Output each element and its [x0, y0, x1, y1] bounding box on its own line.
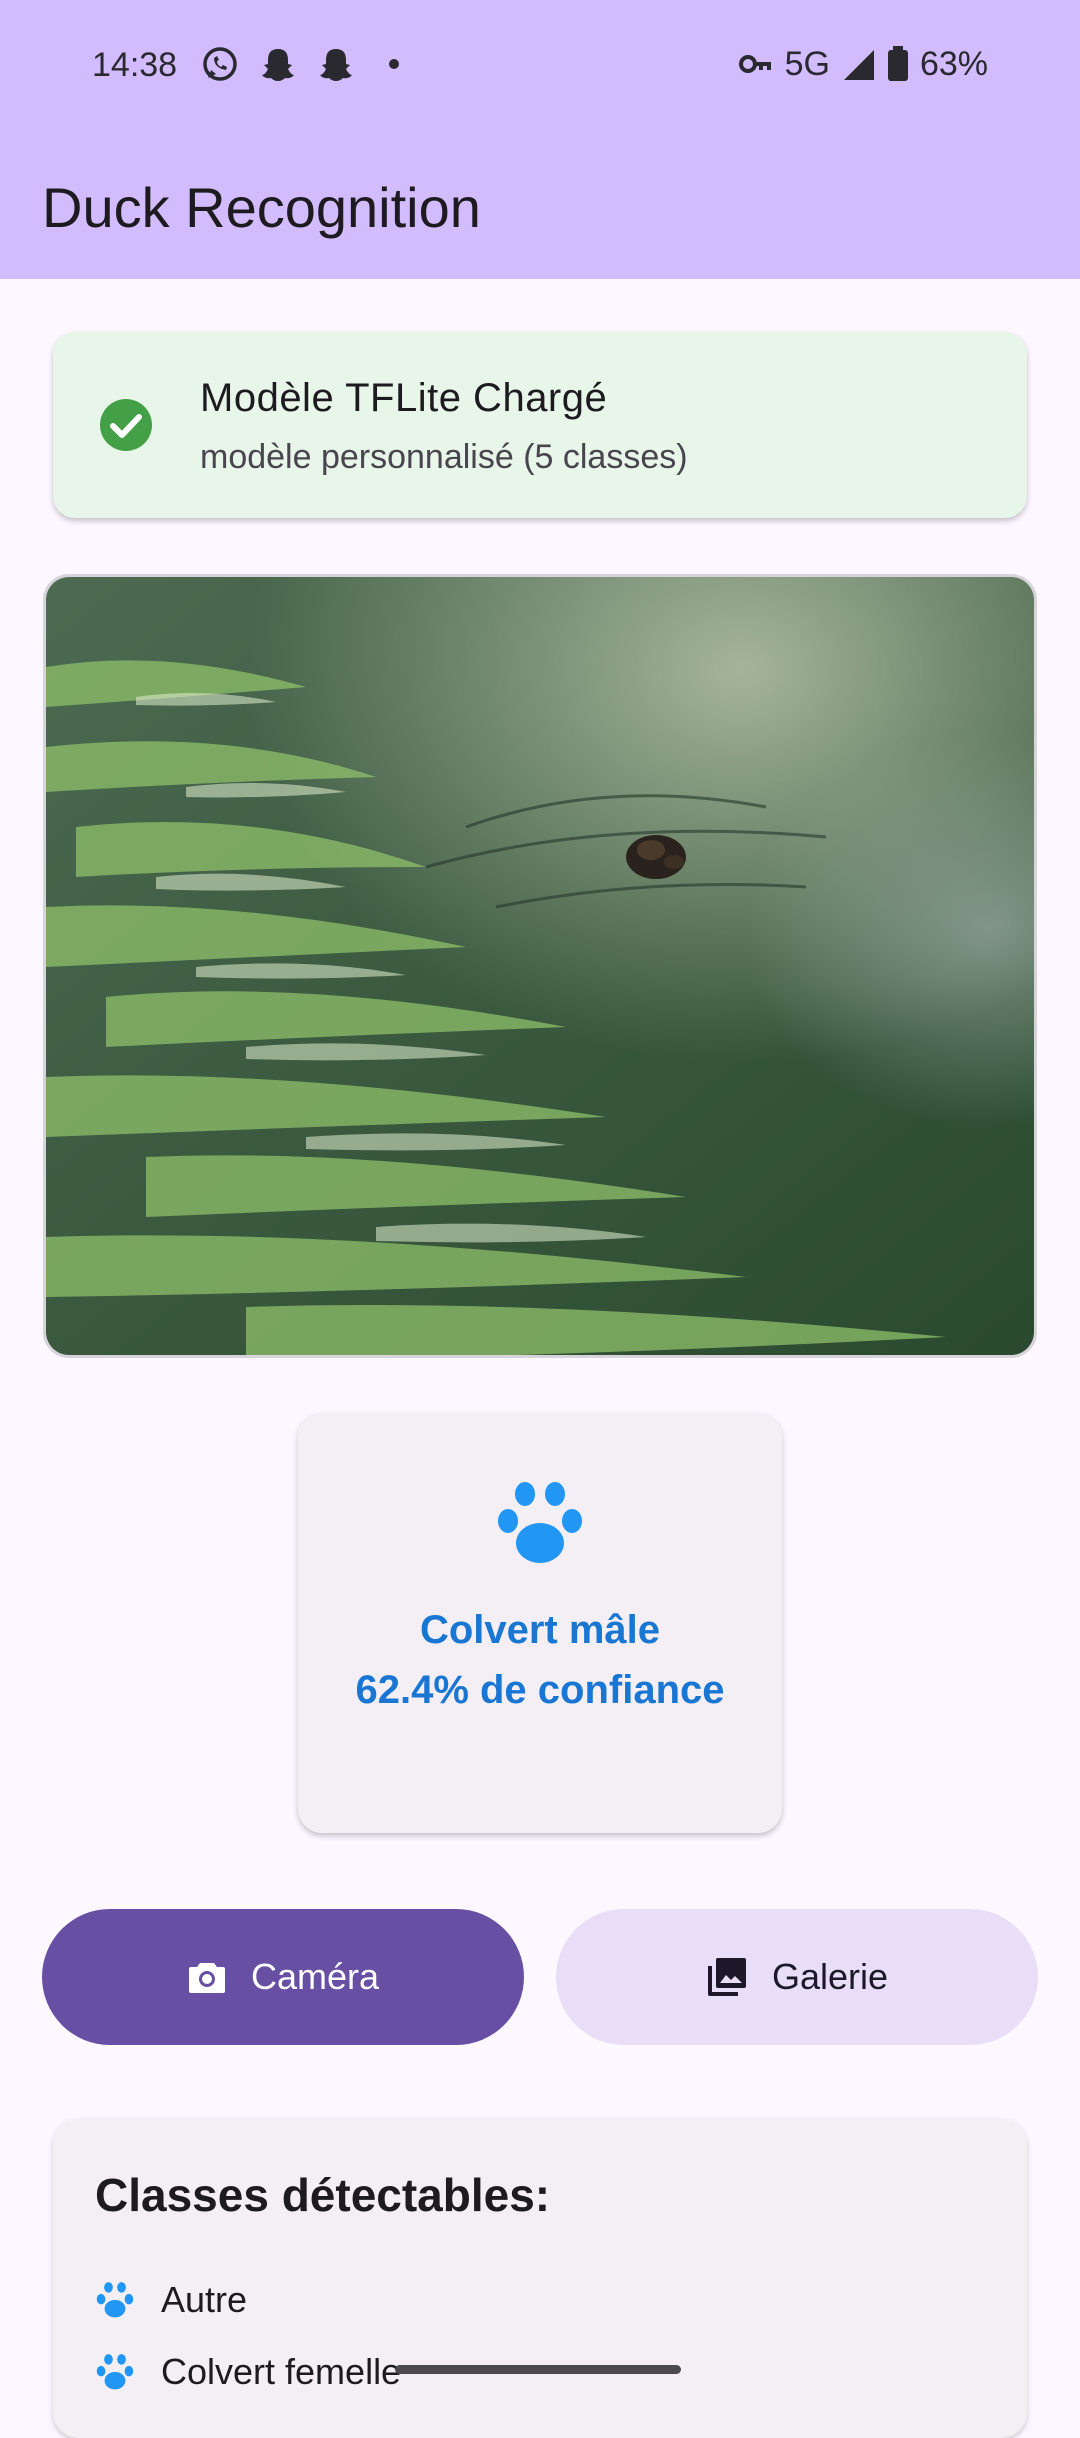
paw-icon [498, 1482, 582, 1563]
status-time: 14:38 [92, 46, 178, 84]
gallery-icon [707, 1958, 746, 1996]
camera-button-label: Caméra [250, 1956, 380, 1997]
prediction-label: Colvert mâle [419, 1608, 661, 1652]
app-title: Duck Recognition [42, 176, 481, 239]
class-item: Autre [95, 2275, 247, 2325]
classes-title: Classes détectables: [95, 2169, 551, 2221]
snapchat-icon [262, 49, 294, 81]
duck-photo [46, 577, 1034, 1355]
notification-icons [200, 44, 414, 84]
selected-photo [43, 574, 1037, 1358]
network-type: 5G [784, 44, 830, 83]
model-status-subtitle: modèle personnalisé (5 classes) [200, 438, 688, 476]
model-status-card: Modèle TFLite Chargé modèle personnalisé… [53, 332, 1027, 518]
paw-icon [96, 2282, 134, 2318]
battery-icon [887, 46, 908, 81]
classes-card: Classes détectables: Autre Colvert femel… [53, 2118, 1027, 2438]
key-icon [738, 55, 771, 73]
camera-icon [188, 1963, 225, 1993]
class-item-label: Autre [161, 2279, 248, 2320]
status-bar: 14:38 5G 63% [0, 0, 1080, 135]
prediction-card: Colvert mâle 62.4% de confiance [298, 1413, 782, 1833]
gallery-button-label: Galerie [771, 1956, 889, 1997]
snapchat-icon [320, 49, 352, 81]
battery-level: 63% [919, 44, 988, 83]
app-bar: Duck Recognition [0, 135, 1080, 279]
check-circle-icon [100, 399, 152, 451]
paw-icon [96, 2354, 134, 2390]
home-indicator[interactable] [395, 2365, 681, 2374]
model-status-title: Modèle TFLite Chargé [200, 376, 608, 420]
system-icons: 5G 63% [737, 44, 988, 84]
duck [626, 835, 686, 879]
class-item: Colvert femelle [95, 2347, 401, 2397]
prediction-confidence: 62.4% de confiance [355, 1668, 725, 1712]
signal-icon [843, 50, 874, 80]
dot-icon [389, 59, 399, 69]
class-item-label: Colvert femelle [161, 2351, 402, 2392]
whatsapp-icon [203, 47, 237, 81]
gallery-button[interactable]: Galerie [556, 1909, 1038, 2045]
camera-button[interactable]: Caméra [42, 1909, 524, 2045]
